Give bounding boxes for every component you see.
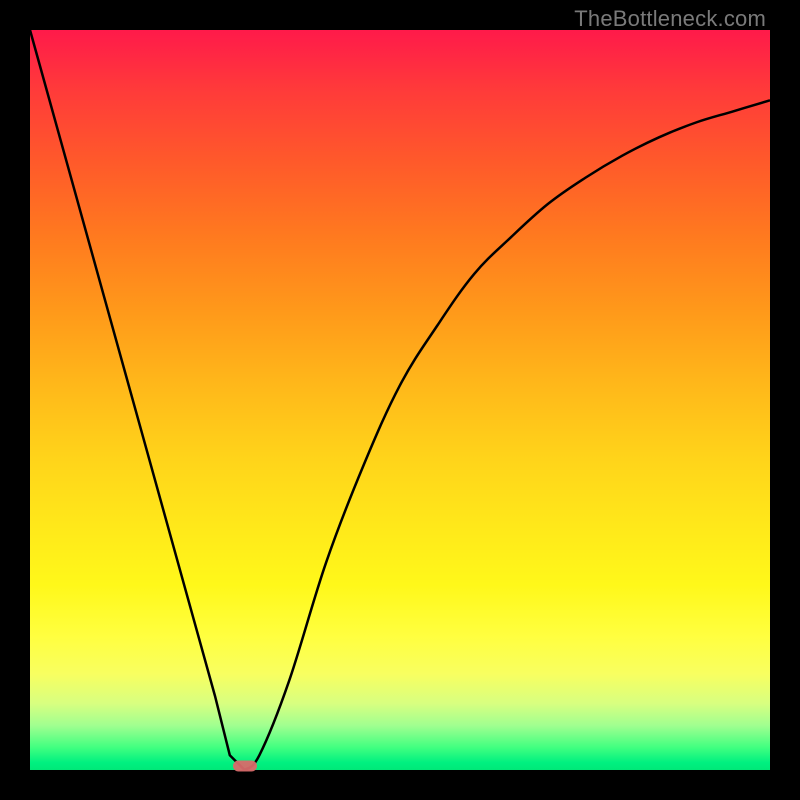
chart-container: TheBottleneck.com [0,0,800,800]
curve-svg [30,30,770,770]
bottleneck-curve [30,30,770,770]
minimum-marker [233,760,257,771]
plot-area [30,30,770,770]
attribution-text: TheBottleneck.com [574,6,766,32]
